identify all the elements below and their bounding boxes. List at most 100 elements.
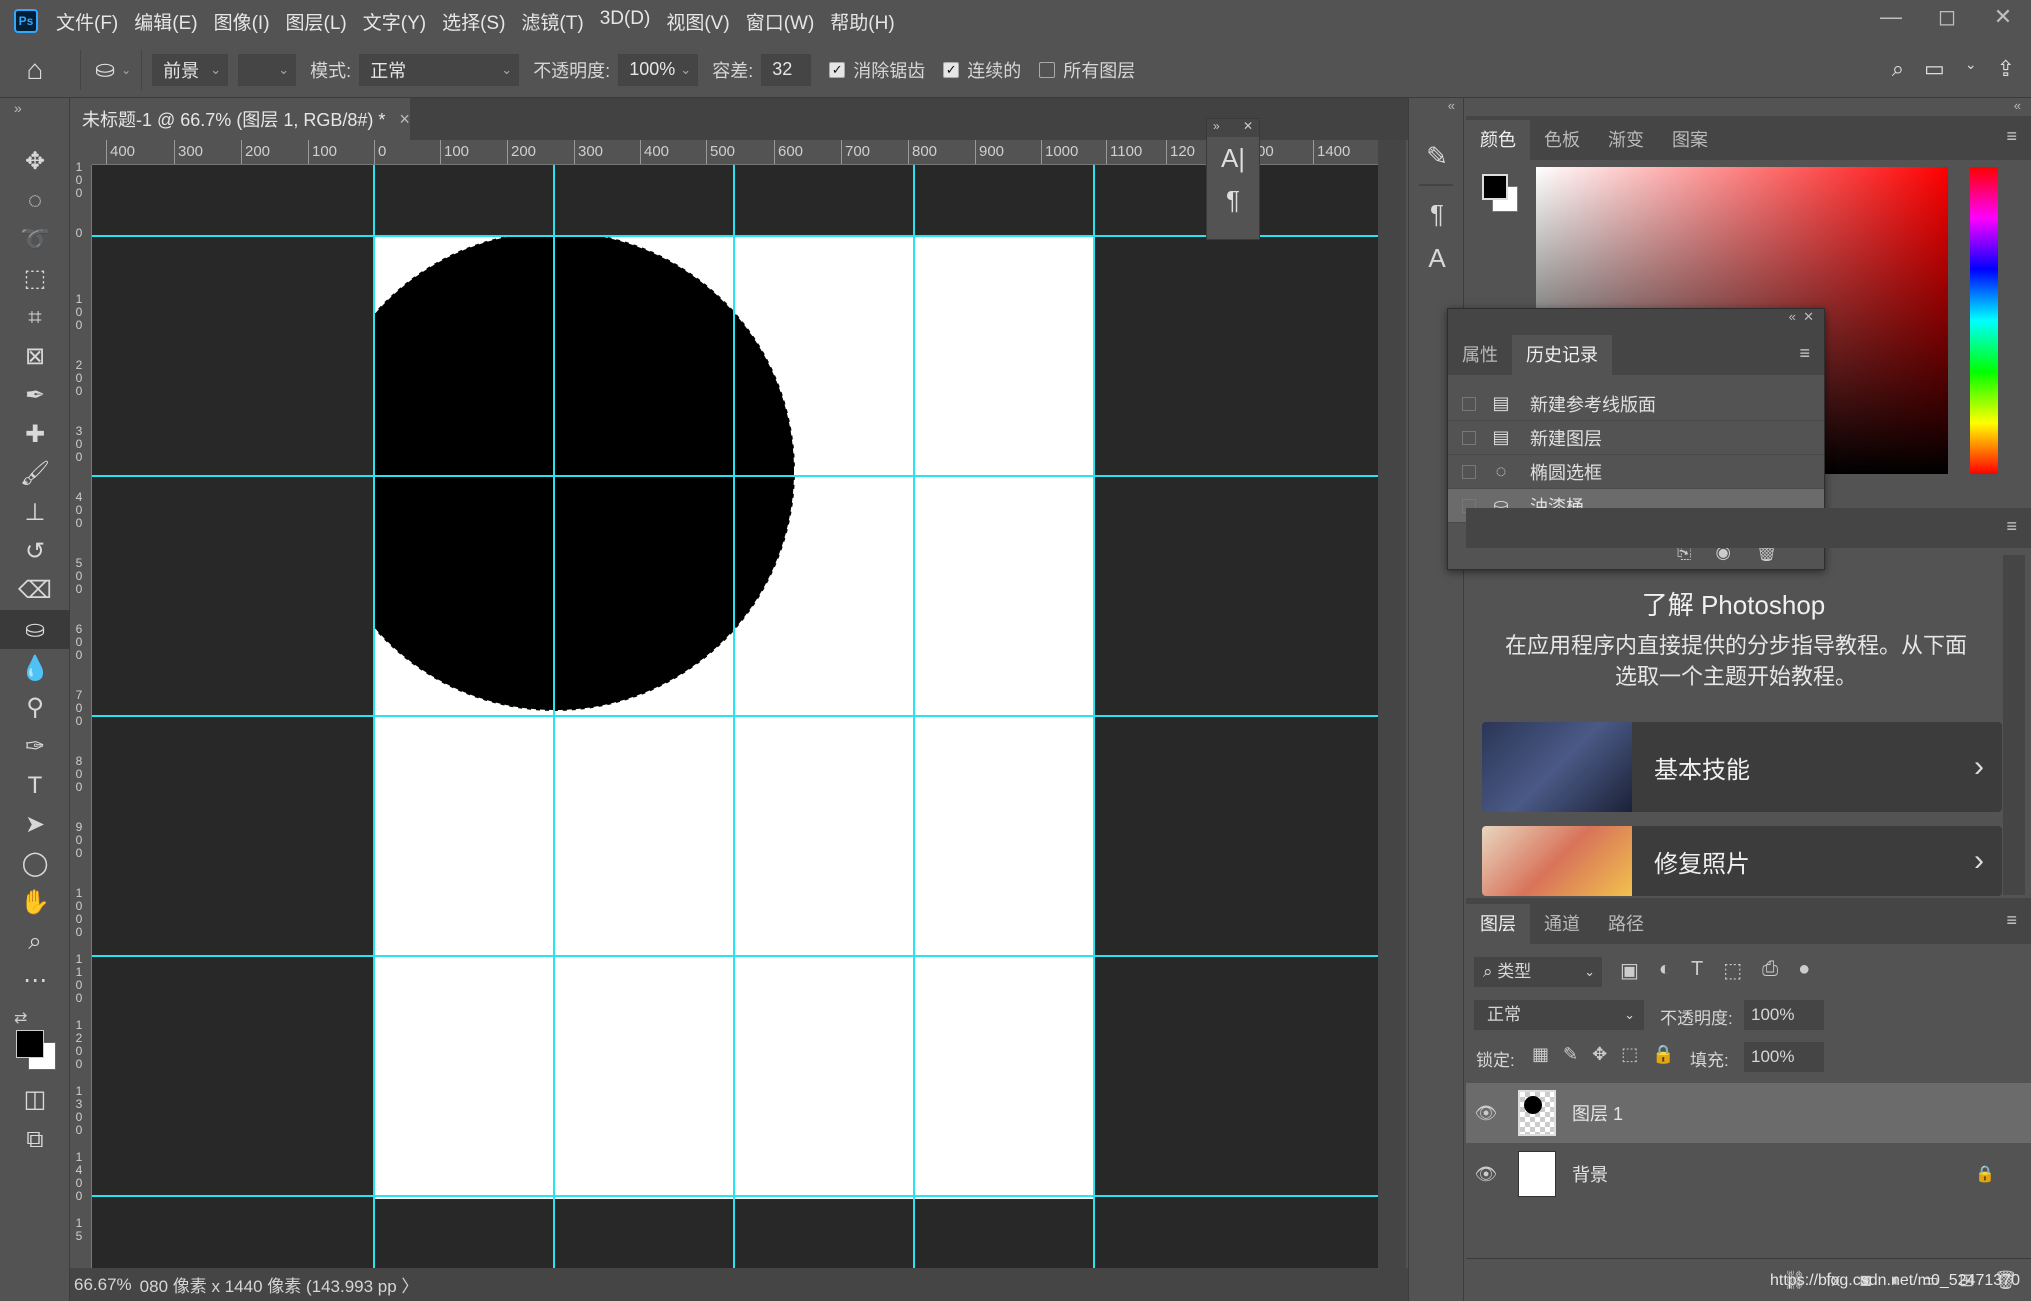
menu-item[interactable]: 图层(L) (286, 8, 347, 35)
menu-item[interactable]: 文件(F) (56, 8, 118, 35)
paragraph-styles-icon[interactable]: ¶ (1409, 192, 1465, 236)
shape-filter-icon[interactable]: ⬚ (1723, 958, 1742, 983)
hue-slider[interactable] (1970, 167, 1998, 474)
all-layers-checkbox[interactable] (1039, 61, 1056, 78)
chevron-down-icon[interactable]: ⌄ (121, 63, 131, 77)
history-item[interactable]: ▤ 新建图层 (1448, 421, 1824, 455)
learn-card-basic-skills[interactable]: 基本技能 › (1482, 722, 2002, 812)
filter-toggle-icon[interactable]: ● (1798, 958, 1810, 983)
brush-settings-icon[interactable]: ✎ (1409, 134, 1465, 178)
history-item[interactable]: ◌ 椭圆选框 (1448, 455, 1824, 489)
document-canvas[interactable] (92, 165, 1378, 1268)
learn-card-fix-photos[interactable]: 修复照片 › (1482, 826, 2002, 896)
lock-transparent-icon[interactable]: ▦ (1532, 1044, 1549, 1065)
screen-mode-icon[interactable]: ⧉ (0, 1120, 70, 1159)
collapse-toggle[interactable]: « (1466, 98, 2031, 116)
layer-opacity-field[interactable]: 100% (1744, 1000, 1824, 1030)
layers-panel-tab[interactable]: 图层 (1466, 904, 1530, 944)
contiguous-checkbox[interactable]: ✓ (943, 61, 960, 78)
close-document-icon[interactable]: × (399, 109, 410, 130)
layers-panel-tab[interactable]: 路径 (1594, 904, 1658, 944)
lock-icon[interactable]: 🔒 (1975, 1164, 1995, 1184)
menu-item[interactable]: 窗口(W) (746, 8, 815, 35)
object-select-icon[interactable]: ⬚ (0, 259, 70, 298)
mode-select[interactable]: 正常 ⌄ (359, 53, 520, 86)
search-icon[interactable]: ⌕ (1892, 56, 1904, 82)
close-icon[interactable]: ✕ (1243, 119, 1253, 137)
paint-bucket-preset-icon[interactable]: ⛀ (95, 55, 115, 84)
opacity-field[interactable]: 100% ⌄ (618, 53, 699, 86)
smart-object-filter-icon[interactable]: ⎙ (1762, 958, 1778, 983)
close-icon[interactable]: ✕ (1803, 309, 1814, 324)
hand-icon[interactable]: ✋ (0, 883, 70, 922)
workspace-icon[interactable]: ▭ (1924, 56, 1945, 82)
share-icon[interactable]: ⇪ (1997, 56, 2015, 82)
menu-item[interactable]: 视图(V) (666, 8, 729, 35)
color-panel-tab[interactable]: 色板 (1530, 120, 1594, 160)
chevron-down-icon[interactable]: ⌄ (1965, 56, 1977, 82)
collapse-icon[interactable]: « (1789, 309, 1796, 324)
tolerance-field[interactable]: 32 (761, 53, 812, 86)
menu-item[interactable]: 滤镜(T) (521, 8, 583, 35)
menu-item[interactable]: 帮助(H) (830, 8, 894, 35)
vertical-ruler[interactable]: 1 0 0 0 1 0 0 2 0 0 3 0 0 4 0 0 5 0 0 6 0 0 7 0 … (70, 161, 92, 1268)
zoom-level[interactable]: 66.67% (74, 1275, 132, 1295)
layer-row-layer1[interactable]: 👁 图层 1 (1466, 1083, 2031, 1143)
vertical-scrollbar[interactable] (1378, 140, 1406, 1268)
history-brush-source-checkbox[interactable] (1462, 430, 1476, 445)
character-panel-icon[interactable]: A| (1207, 137, 1259, 179)
more-icon[interactable]: ⋯ (0, 961, 70, 1000)
adjustment-filter-icon[interactable]: ◐ (1659, 958, 1671, 983)
color-panel-tab[interactable]: 图案 (1658, 120, 1722, 160)
type-icon[interactable]: T (0, 766, 70, 805)
restore-button[interactable]: ◻ (1919, 0, 1975, 34)
lock-artboard-icon[interactable]: ⬚ (1621, 1044, 1638, 1065)
history-panel-tab[interactable]: 历史记录 (1512, 335, 1612, 375)
color-panel-tab[interactable]: 渐变 (1594, 120, 1658, 160)
paint-bucket-icon[interactable]: ⛀ (0, 610, 70, 649)
panel-menu-icon[interactable]: ≡ (2006, 126, 2017, 147)
brush-icon[interactable]: 🖌 (0, 454, 70, 493)
panel-menu-icon[interactable]: ≡ (2006, 910, 2017, 931)
blend-mode-select[interactable]: 正常 ⌄ (1474, 1000, 1644, 1030)
layer-name[interactable]: 背景 (1572, 1161, 1608, 1187)
frame-icon[interactable]: ⊠ (0, 337, 70, 376)
history-item[interactable]: ▤ 新建参考线版面 (1448, 387, 1824, 421)
eyedropper-icon[interactable]: ✒ (0, 376, 70, 415)
visibility-eye-icon[interactable]: 👁 (1466, 1103, 1506, 1124)
menu-item[interactable]: 图像(I) (214, 8, 270, 35)
collapse-toggle[interactable]: « (1409, 98, 1463, 120)
horizontal-ruler[interactable]: 400 300 200 100 0 100 200 300 400 500 600 700 800 900… (92, 140, 1378, 165)
layer-row-background[interactable]: 👁 背景 🔒 (1466, 1144, 2031, 1204)
canvas-area[interactable] (92, 165, 1378, 1268)
swap-colors-icon[interactable]: ⇄ (14, 1008, 27, 1028)
zoom-icon[interactable]: ⌕ (0, 922, 70, 961)
menu-item[interactable]: 编辑(E) (134, 8, 197, 35)
ellipse-marquee-icon[interactable]: ◌ (0, 181, 70, 220)
color-panel-tab[interactable]: 颜色 (1466, 120, 1530, 160)
learn-panel-scrollbar[interactable] (2003, 555, 2025, 895)
foreground-swatch[interactable] (16, 1030, 44, 1058)
lock-position-icon[interactable]: ✥ (1592, 1044, 1607, 1065)
layer-filter-select[interactable]: ⌕ 类型 ⌄ (1474, 957, 1602, 987)
move-icon[interactable]: ✥ (0, 142, 70, 181)
layer-name[interactable]: 图层 1 (1572, 1100, 1623, 1126)
close-button[interactable]: ✕ (1975, 0, 2031, 34)
dodge-icon[interactable]: ⚲ (0, 688, 70, 727)
character-styles-icon[interactable]: A (1409, 236, 1465, 280)
history-brush-source-checkbox[interactable] (1462, 464, 1476, 479)
lasso-icon[interactable]: ➰ (0, 220, 70, 259)
eraser-icon[interactable]: ⌫ (0, 571, 70, 610)
fill-source-select[interactable]: 前景 ⌄ (152, 53, 229, 86)
layers-panel-tab[interactable]: 通道 (1530, 904, 1594, 944)
pixel-filter-icon[interactable]: ▣ (1620, 958, 1639, 983)
anti-alias-checkbox[interactable]: ✓ (829, 61, 846, 78)
crop-icon[interactable]: ⌗ (0, 298, 70, 337)
document-tab[interactable]: 未标题-1 @ 66.7% (图层 1, RGB/8#) * × (70, 98, 410, 140)
history-brush-source-checkbox[interactable] (1462, 396, 1476, 411)
lock-all-icon[interactable]: 🔒 (1652, 1044, 1674, 1065)
expand-icon[interactable]: » (1213, 119, 1220, 137)
lock-image-icon[interactable]: ✎ (1563, 1044, 1578, 1065)
history-brush-icon[interactable]: ↺ (0, 532, 70, 571)
pattern-picker[interactable]: ⌄ (238, 53, 297, 86)
